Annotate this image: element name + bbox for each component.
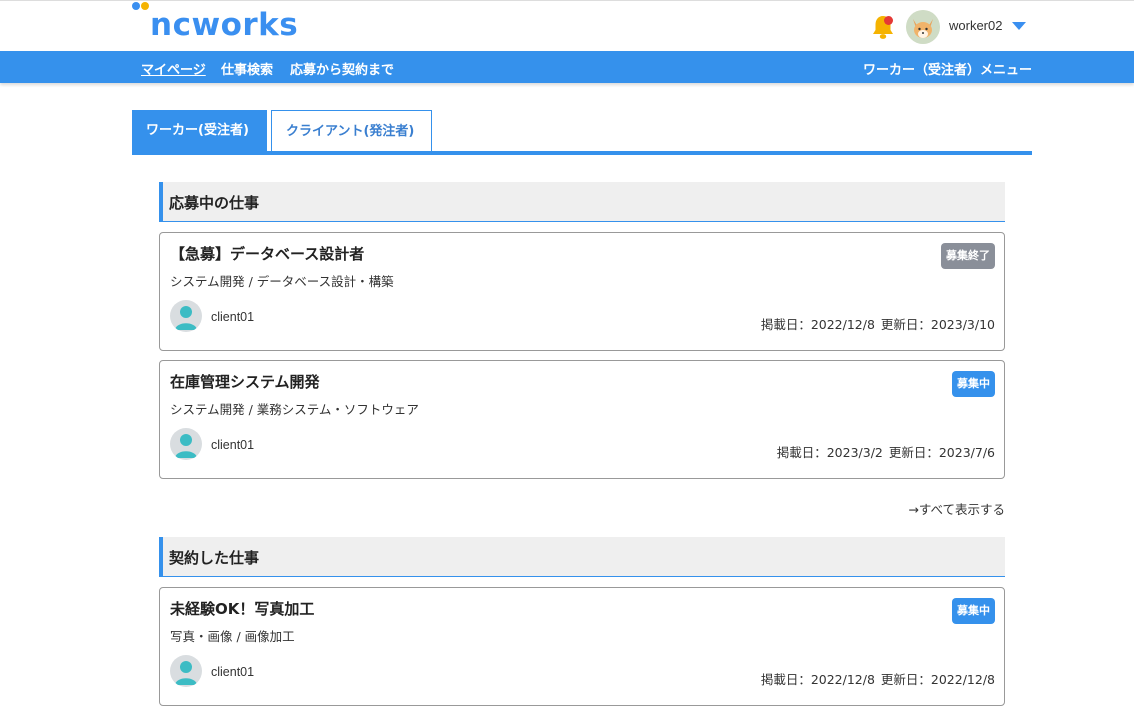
job-category: 写真・画像 / 画像加工: [170, 629, 295, 644]
tab-client[interactable]: クライアント(発注者): [271, 110, 432, 151]
role-tabs: ワーカー(受注者) クライアント(発注者): [132, 110, 1032, 154]
client-avatar-icon: [170, 655, 202, 687]
client-name: client01: [211, 438, 255, 452]
main-navbar: マイページ 仕事検索 応募から契約まで ワーカー（受注者）メニュー: [0, 51, 1134, 83]
client-name: client01: [211, 665, 255, 679]
status-badge: 募集終了: [941, 243, 995, 269]
show-all-link[interactable]: →すべて表示する: [908, 499, 1005, 518]
status-badge: 募集中: [952, 598, 995, 624]
job-dates: 掲載日：2022/12/8 更新日：2022/12/8: [761, 669, 995, 688]
job-category: システム開発 / データベース設計・構築: [170, 274, 394, 289]
user-avatar[interactable]: [906, 10, 940, 44]
posted-date: 掲載日：2022/12/8: [760, 672, 875, 687]
tab-underline: [132, 151, 1032, 155]
job-dates: 掲載日：2022/12/8 更新日：2023/3/10: [761, 314, 995, 333]
logo-dot-blue: [132, 2, 140, 10]
section-contracted-header: 契約した仕事: [159, 537, 1005, 577]
section-contracted-title: 契約した仕事: [169, 549, 260, 567]
job-card[interactable]: 未経験OK！写真加工 写真・画像 / 画像加工 募集中 client01 掲載日…: [159, 587, 1005, 706]
posted-date: 掲載日：2023/3/2: [776, 445, 883, 460]
tab-worker[interactable]: ワーカー(受注者): [132, 110, 267, 151]
notification-dot: [884, 16, 893, 25]
updated-date: 更新日：2023/3/10: [880, 317, 995, 332]
logo-text: ncworks: [150, 7, 299, 43]
job-dates: 掲載日：2023/3/2 更新日：2023/7/6: [777, 442, 995, 461]
notification-bell-icon[interactable]: [870, 13, 896, 41]
posted-date: 掲載日：2022/12/8: [760, 317, 875, 332]
client-avatar-icon: [170, 428, 202, 460]
client-avatar-icon: [170, 300, 202, 332]
job-title: 未経験OK！写真加工: [170, 600, 315, 618]
logo-dot-yellow: [141, 2, 149, 10]
section-applying-header: 応募中の仕事: [159, 182, 1005, 222]
site-header: ncworks worker02: [0, 0, 1134, 51]
nav-mypage[interactable]: マイページ: [141, 59, 206, 78]
job-card[interactable]: 【急募】データベース設計者 システム開発 / データベース設計・構築 募集終了 …: [159, 232, 1005, 351]
status-badge: 募集中: [952, 371, 995, 397]
job-card[interactable]: 在庫管理システム開発 システム開発 / 業務システム・ソフトウェア 募集中 cl…: [159, 360, 1005, 479]
username-label[interactable]: worker02: [949, 18, 1002, 33]
updated-date: 更新日：2023/7/6: [888, 445, 995, 460]
worker-menu[interactable]: ワーカー（受注者）メニュー: [863, 59, 1032, 78]
section-applying-title: 応募中の仕事: [169, 194, 260, 212]
job-category: システム開発 / 業務システム・ソフトウェア: [170, 402, 419, 417]
nav-apply-to-contract[interactable]: 応募から契約まで: [290, 59, 394, 78]
job-title: 在庫管理システム開発: [170, 373, 320, 391]
user-menu-caret-icon[interactable]: [1012, 22, 1026, 30]
job-title: 【急募】データベース設計者: [170, 245, 365, 263]
ncworks-logo[interactable]: ncworks: [132, 1, 298, 51]
updated-date: 更新日：2022/12/8: [880, 672, 995, 687]
client-name: client01: [211, 310, 255, 324]
nav-job-search[interactable]: 仕事検索: [221, 59, 273, 78]
